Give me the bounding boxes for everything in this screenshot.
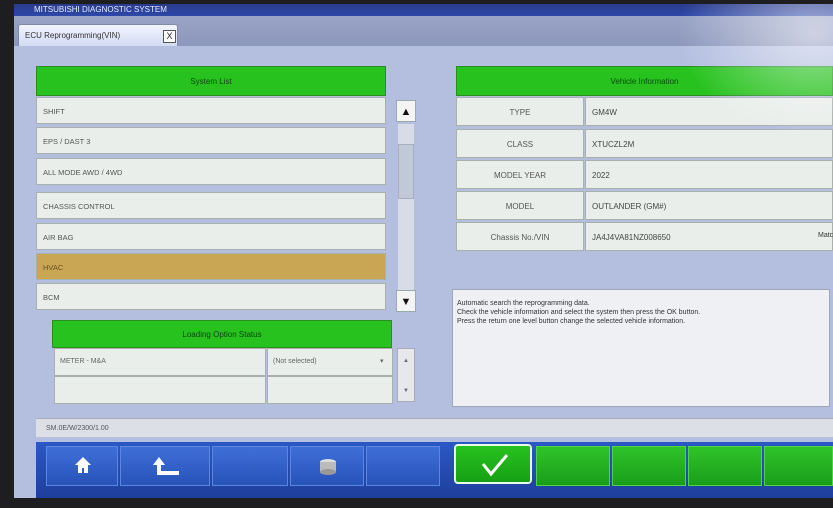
vehicle-label: Chassis No./VIN: [456, 222, 584, 251]
status-bar: SM.0E/W/2300/1.00: [36, 418, 833, 437]
data-icon: [320, 459, 336, 475]
option-value-select[interactable]: [267, 376, 393, 404]
tab-ecu-reprogramming[interactable]: ECU Reprogramming(VIN) X: [18, 24, 178, 46]
vehicle-label: CLASS: [456, 129, 584, 158]
vehicle-value: JA4J4VA81NZ008650: [585, 222, 833, 251]
system-item-awd[interactable]: ALL MODE AWD / 4WD: [36, 158, 386, 185]
vehicle-row-class: CLASS XTUCZL2M: [456, 129, 833, 158]
vehicle-row-vin: Chassis No./VIN JA4J4VA81NZ008650: [456, 222, 833, 251]
vehicle-row-type: TYPE GM4W: [456, 97, 833, 126]
green-button[interactable]: [612, 446, 686, 486]
blank-button[interactable]: [212, 446, 288, 486]
option-name-cell: [54, 376, 266, 404]
diagnostic-screen: MITSUBISHI DIAGNOSTIC SYSTEM ECU Reprogr…: [14, 4, 833, 498]
home-icon: [75, 457, 91, 473]
vehicle-row-model-year: MODEL YEAR 2022: [456, 160, 833, 189]
vehicle-value: GM4W: [585, 97, 833, 126]
message-line: Check the vehicle information and select…: [457, 309, 701, 316]
scroll-down-button[interactable]: ▼: [398, 381, 414, 401]
close-icon[interactable]: X: [163, 30, 176, 43]
tab-label: ECU Reprogramming(VIN): [25, 31, 121, 40]
dropdown-arrow-icon[interactable]: ▾: [380, 349, 384, 375]
vehicle-label: MODEL: [456, 191, 584, 220]
system-item-eps[interactable]: EPS / DAST 3: [36, 127, 386, 154]
loading-option-scrollbar[interactable]: ▲ ▼: [397, 348, 415, 402]
scroll-thumb[interactable]: [398, 144, 414, 199]
system-item-shift[interactable]: SHIFT: [36, 97, 386, 124]
scroll-up-button[interactable]: ▲: [396, 100, 416, 122]
system-item-bcm[interactable]: BCM: [36, 283, 386, 310]
green-button[interactable]: [536, 446, 610, 486]
vehicle-value: XTUCZL2M: [585, 129, 833, 158]
system-item-airbag[interactable]: AIR BAG: [36, 223, 386, 250]
tab-strip: ECU Reprogramming(VIN) X: [14, 16, 833, 46]
return-icon: [153, 457, 179, 475]
home-button[interactable]: [46, 446, 118, 486]
vehicle-value: 2022: [585, 160, 833, 189]
blank-button[interactable]: [366, 446, 440, 486]
vehicle-value: OUTLANDER (GM#): [585, 191, 833, 220]
ok-check-icon: [481, 454, 509, 477]
scroll-track[interactable]: [398, 124, 414, 290]
system-item-hvac[interactable]: HVAC: [36, 253, 386, 280]
return-button[interactable]: [120, 446, 210, 486]
vehicle-label: MODEL YEAR: [456, 160, 584, 189]
vehicle-row-model: MODEL OUTLANDER (GM#): [456, 191, 833, 220]
option-value-text: (Not selected): [273, 358, 317, 365]
loading-option-table: METER - M&A (Not selected) ▾: [54, 348, 394, 404]
data-button[interactable]: [290, 446, 364, 486]
message-line: Automatic search the reprogramming data.: [457, 300, 590, 307]
message-box: Automatic search the reprogramming data.…: [452, 289, 830, 407]
ok-button[interactable]: [454, 444, 532, 484]
green-button[interactable]: [688, 446, 762, 486]
system-list: SHIFT EPS / DAST 3 ALL MODE AWD / 4WD CH…: [36, 97, 392, 311]
scroll-down-button[interactable]: ▼: [396, 290, 416, 312]
window-title: MITSUBISHI DIAGNOSTIC SYSTEM: [14, 4, 833, 16]
system-list-header: System List: [36, 66, 386, 96]
bottom-toolbar: [36, 442, 833, 498]
vehicle-label: TYPE: [456, 97, 584, 126]
scroll-up-button[interactable]: ▲: [398, 351, 414, 371]
green-button[interactable]: [764, 446, 833, 486]
vehicle-information-header: Vehicle Information: [456, 66, 833, 96]
option-value-select[interactable]: (Not selected) ▾: [267, 348, 393, 376]
loading-option-header: Loading Option Status: [52, 320, 392, 348]
system-list-scrollbar[interactable]: ▲ ▼: [396, 100, 416, 314]
message-line: Press the return one level button change…: [457, 318, 686, 325]
system-item-chassis-control[interactable]: CHASSIS CONTROL: [36, 192, 386, 219]
option-name-cell: METER - M&A: [54, 348, 266, 376]
